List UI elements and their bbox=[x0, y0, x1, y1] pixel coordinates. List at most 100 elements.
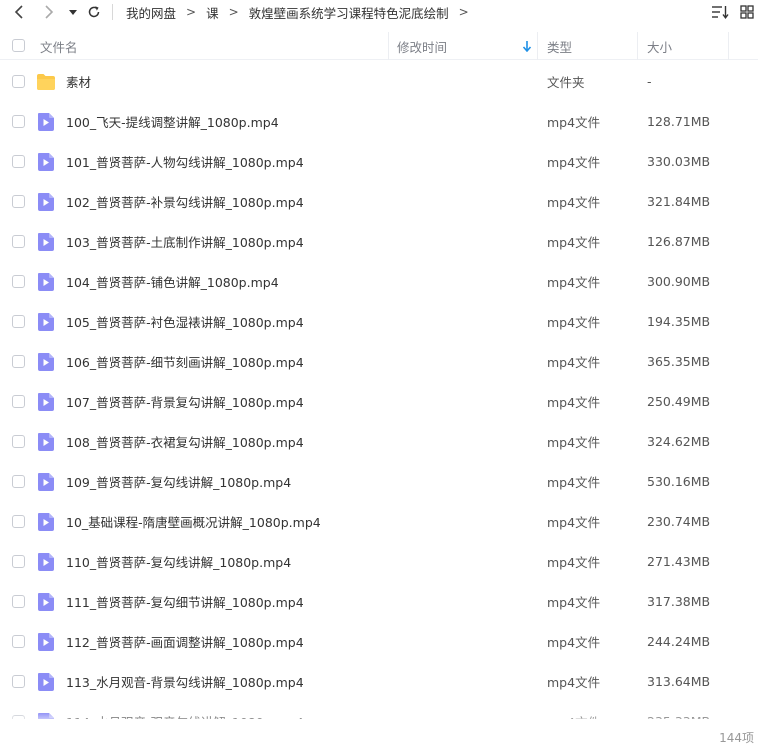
video-file-icon bbox=[36, 473, 56, 491]
row-checkbox[interactable] bbox=[12, 675, 25, 688]
breadcrumb-item-root[interactable]: 我的网盘 bbox=[126, 3, 176, 22]
chevron-right-icon bbox=[45, 5, 54, 19]
table-row[interactable]: 108_普贤菩萨-衣裙复勾讲解_1080p.mp4 mp4文件 324.62MB bbox=[0, 421, 758, 461]
file-type: mp4文件 bbox=[547, 594, 601, 610]
table-row[interactable]: 100_飞天-提线调整讲解_1080p.mp4 mp4文件 128.71MB bbox=[0, 101, 758, 141]
table-row[interactable]: 101_普贤菩萨-人物勾线讲解_1080p.mp4 mp4文件 330.03MB bbox=[0, 141, 758, 181]
file-size: 126.87MB bbox=[647, 233, 711, 249]
sort-button[interactable] bbox=[711, 3, 729, 21]
column-header-size[interactable]: 大小 bbox=[647, 32, 672, 60]
video-file-icon bbox=[36, 233, 56, 251]
file-size: 313.64MB bbox=[647, 673, 711, 689]
forward-button[interactable] bbox=[40, 3, 58, 21]
folder-icon bbox=[36, 73, 56, 91]
file-name[interactable]: 101_普贤菩萨-人物勾线讲解_1080p.mp4 bbox=[66, 141, 304, 181]
file-name[interactable]: 106_普贤菩萨-细节刻画讲解_1080p.mp4 bbox=[66, 341, 304, 381]
file-type: mp4文件 bbox=[547, 554, 601, 570]
row-checkbox[interactable] bbox=[12, 355, 25, 368]
file-name[interactable]: 107_普贤菩萨-背景复勾讲解_1080p.mp4 bbox=[66, 381, 304, 421]
row-checkbox[interactable] bbox=[12, 155, 25, 168]
file-name[interactable]: 113_水月观音-背景勾线讲解_1080p.mp4 bbox=[66, 661, 304, 701]
breadcrumb: 我的网盘 > 课 > 敦煌壁画系统学习课程特色泥底绘制 > bbox=[126, 3, 469, 21]
table-row[interactable]: 109_普贤菩萨-复勾线讲解_1080p.mp4 mp4文件 530.16MB bbox=[0, 461, 758, 501]
grid-view-button[interactable] bbox=[738, 3, 756, 21]
history-dropdown-button[interactable] bbox=[64, 3, 82, 21]
file-name[interactable]: 105_普贤菩萨-衬色湿裱讲解_1080p.mp4 bbox=[66, 301, 304, 341]
sort-arrow-icon[interactable] bbox=[522, 32, 532, 60]
table-row[interactable]: 素材 文件夹 - bbox=[0, 61, 758, 101]
file-type: mp4文件 bbox=[547, 434, 601, 450]
video-file-icon bbox=[36, 313, 56, 331]
file-name[interactable]: 104_普贤菩萨-铺色讲解_1080p.mp4 bbox=[66, 261, 279, 301]
file-size: 194.35MB bbox=[647, 313, 711, 329]
file-size: 330.03MB bbox=[647, 153, 711, 169]
file-name[interactable]: 100_飞天-提线调整讲解_1080p.mp4 bbox=[66, 101, 279, 141]
row-checkbox[interactable] bbox=[12, 115, 25, 128]
breadcrumb-item-current[interactable]: 敦煌壁画系统学习课程特色泥底绘制 bbox=[249, 3, 449, 22]
chevron-left-icon bbox=[14, 5, 23, 19]
list-fade bbox=[0, 712, 758, 726]
file-size: - bbox=[647, 73, 652, 89]
row-checkbox[interactable] bbox=[12, 315, 25, 328]
column-divider[interactable] bbox=[388, 32, 389, 60]
column-divider[interactable] bbox=[728, 32, 729, 60]
row-checkbox[interactable] bbox=[12, 435, 25, 448]
row-checkbox[interactable] bbox=[12, 275, 25, 288]
file-size: 365.35MB bbox=[647, 353, 711, 369]
file-size: 300.90MB bbox=[647, 273, 711, 289]
table-row[interactable]: 110_普贤菩萨-复勾线讲解_1080p.mp4 mp4文件 271.43MB bbox=[0, 541, 758, 581]
grid-icon bbox=[740, 5, 754, 19]
table-row[interactable]: 113_水月观音-背景勾线讲解_1080p.mp4 mp4文件 313.64MB bbox=[0, 661, 758, 701]
table-row[interactable]: 111_普贤菩萨-复勾细节讲解_1080p.mp4 mp4文件 317.38MB bbox=[0, 581, 758, 621]
file-name[interactable]: 112_普贤菩萨-画面调整讲解_1080p.mp4 bbox=[66, 621, 304, 661]
file-name[interactable]: 111_普贤菩萨-复勾细节讲解_1080p.mp4 bbox=[66, 581, 304, 621]
file-name[interactable]: 108_普贤菩萨-衣裙复勾讲解_1080p.mp4 bbox=[66, 421, 304, 461]
file-type: 文件夹 bbox=[547, 74, 585, 90]
row-checkbox[interactable] bbox=[12, 475, 25, 488]
file-name[interactable]: 110_普贤菩萨-复勾线讲解_1080p.mp4 bbox=[66, 541, 291, 581]
file-name[interactable]: 102_普贤菩萨-补景勾线讲解_1080p.mp4 bbox=[66, 181, 304, 221]
column-header-name[interactable]: 文件名 bbox=[40, 32, 78, 60]
column-divider[interactable] bbox=[537, 32, 538, 60]
row-checkbox[interactable] bbox=[12, 595, 25, 608]
row-checkbox[interactable] bbox=[12, 515, 25, 528]
row-checkbox[interactable] bbox=[12, 235, 25, 248]
file-type: mp4文件 bbox=[547, 394, 601, 410]
file-type: mp4文件 bbox=[547, 314, 601, 330]
video-file-icon bbox=[36, 153, 56, 171]
table-row[interactable]: 107_普贤菩萨-背景复勾讲解_1080p.mp4 mp4文件 250.49MB bbox=[0, 381, 758, 421]
video-file-icon bbox=[36, 633, 56, 651]
video-file-icon bbox=[36, 393, 56, 411]
file-type: mp4文件 bbox=[547, 234, 601, 250]
row-checkbox[interactable] bbox=[12, 395, 25, 408]
table-row[interactable]: 112_普贤菩萨-画面调整讲解_1080p.mp4 mp4文件 244.24MB bbox=[0, 621, 758, 661]
row-checkbox[interactable] bbox=[12, 75, 25, 88]
table-row[interactable]: 102_普贤菩萨-补景勾线讲解_1080p.mp4 mp4文件 321.84MB bbox=[0, 181, 758, 221]
column-header-modified[interactable]: 修改时间 bbox=[397, 32, 447, 60]
refresh-button[interactable] bbox=[85, 3, 103, 21]
video-file-icon bbox=[36, 593, 56, 611]
table-row[interactable]: 104_普贤菩萨-铺色讲解_1080p.mp4 mp4文件 300.90MB bbox=[0, 261, 758, 301]
table-row[interactable]: 105_普贤菩萨-衬色湿裱讲解_1080p.mp4 mp4文件 194.35MB bbox=[0, 301, 758, 341]
row-checkbox[interactable] bbox=[12, 195, 25, 208]
table-row[interactable]: 106_普贤菩萨-细节刻画讲解_1080p.mp4 mp4文件 365.35MB bbox=[0, 341, 758, 381]
file-size: 250.49MB bbox=[647, 393, 711, 409]
column-header-type[interactable]: 类型 bbox=[547, 32, 572, 60]
file-name[interactable]: 10_基础课程-隋唐壁画概况讲解_1080p.mp4 bbox=[66, 501, 321, 541]
table-row[interactable]: 10_基础课程-隋唐壁画概况讲解_1080p.mp4 mp4文件 230.74MB bbox=[0, 501, 758, 541]
sort-list-icon bbox=[712, 6, 729, 19]
file-list-header: 文件名 修改时间 类型 大小 bbox=[0, 32, 758, 60]
file-name[interactable]: 素材 bbox=[66, 61, 91, 101]
column-divider[interactable] bbox=[637, 32, 638, 60]
breadcrumb-item-course[interactable]: 课 bbox=[206, 3, 219, 22]
back-button[interactable] bbox=[10, 3, 28, 21]
video-file-icon bbox=[36, 513, 56, 531]
breadcrumb-separator: > bbox=[186, 5, 197, 19]
file-name[interactable]: 103_普贤菩萨-土底制作讲解_1080p.mp4 bbox=[66, 221, 304, 261]
table-row[interactable]: 103_普贤菩萨-土底制作讲解_1080p.mp4 mp4文件 126.87MB bbox=[0, 221, 758, 261]
select-all-checkbox[interactable] bbox=[12, 39, 25, 52]
row-checkbox[interactable] bbox=[12, 635, 25, 648]
file-size: 230.74MB bbox=[647, 513, 711, 529]
row-checkbox[interactable] bbox=[12, 555, 25, 568]
file-name[interactable]: 109_普贤菩萨-复勾线讲解_1080p.mp4 bbox=[66, 461, 291, 501]
